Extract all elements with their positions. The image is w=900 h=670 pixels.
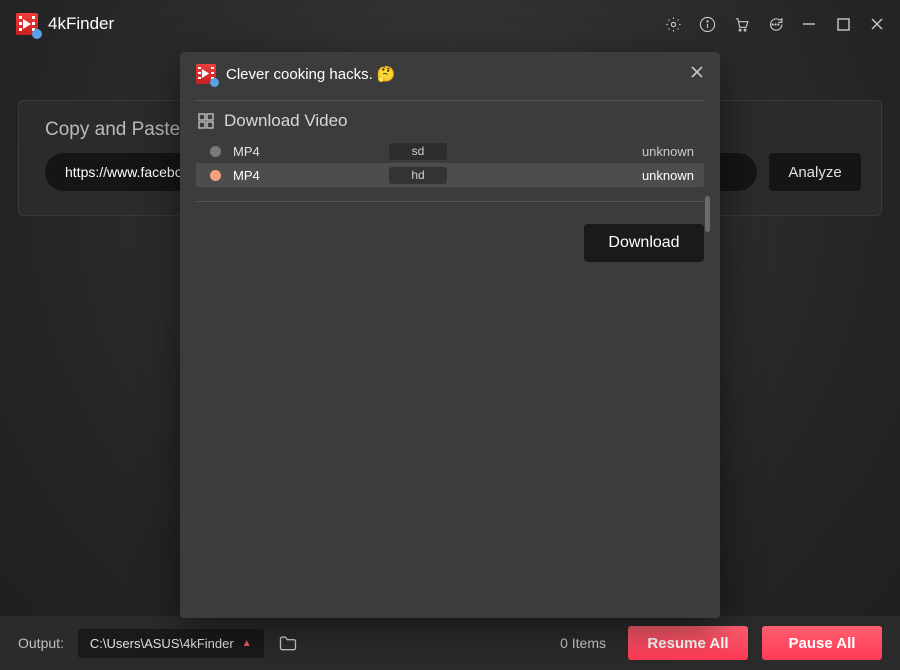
output-path-selector[interactable]: C:\Users\ASUS\4kFinder ▲ xyxy=(78,629,264,658)
modal-close-icon[interactable] xyxy=(690,65,704,84)
format-name: MP4 xyxy=(233,168,389,183)
scrollbar-thumb[interactable] xyxy=(705,196,710,232)
format-row[interactable]: MP4sd unknown xyxy=(196,139,704,163)
section-header: Download Video xyxy=(198,111,704,131)
settings-icon[interactable] xyxy=(664,15,682,33)
download-video-section: Download Video MP4sdunknownMP4hdunknown … xyxy=(196,100,704,262)
format-size: unknown xyxy=(642,144,694,159)
output-label: Output: xyxy=(18,635,64,651)
output-path-text: C:\Users\ASUS\4kFinder xyxy=(90,636,234,651)
close-icon[interactable] xyxy=(868,15,886,33)
chevron-up-icon: ▲ xyxy=(242,638,252,649)
titlebar-right xyxy=(664,15,886,33)
minimize-icon[interactable] xyxy=(800,15,818,33)
items-count: 0 Items xyxy=(560,635,606,651)
pause-all-button[interactable]: Pause All xyxy=(762,626,882,660)
feedback-icon[interactable] xyxy=(766,15,784,33)
titlebar-left: 4kFinder xyxy=(16,13,114,35)
radio-icon xyxy=(210,170,221,181)
quality-badge: sd xyxy=(389,143,447,160)
radio-icon xyxy=(210,146,221,157)
video-grid-icon xyxy=(198,113,214,129)
format-name: MP4 xyxy=(233,144,389,159)
format-size: unknown xyxy=(642,168,694,183)
modal-header: Clever cooking hacks. 🤔 xyxy=(196,52,704,96)
resume-all-button[interactable]: Resume All xyxy=(628,626,748,660)
cart-icon[interactable] xyxy=(732,15,750,33)
divider xyxy=(196,201,704,202)
maximize-icon[interactable] xyxy=(834,15,852,33)
footer: Output: C:\Users\ASUS\4kFinder ▲ 0 Items… xyxy=(0,616,900,670)
format-list: MP4sd unknown MP4hd unknown xyxy=(196,139,704,187)
download-modal: Clever cooking hacks. 🤔 Download Video M… xyxy=(180,52,720,618)
titlebar: 4kFinder xyxy=(0,0,900,48)
app-logo-icon xyxy=(16,13,38,35)
analyze-button[interactable]: Analyze xyxy=(769,153,861,191)
modal-logo-icon xyxy=(196,64,216,84)
modal-title: Clever cooking hacks. 🤔 xyxy=(226,65,680,83)
open-folder-icon[interactable] xyxy=(278,634,298,652)
info-icon[interactable] xyxy=(698,15,716,33)
download-button[interactable]: Download xyxy=(584,224,704,262)
thinking-emoji-icon: 🤔 xyxy=(377,66,396,83)
quality-badge: hd xyxy=(389,167,447,184)
section-title: Download Video xyxy=(224,111,348,131)
format-row[interactable]: MP4hd unknown xyxy=(196,163,704,187)
app-title: 4kFinder xyxy=(48,14,114,34)
